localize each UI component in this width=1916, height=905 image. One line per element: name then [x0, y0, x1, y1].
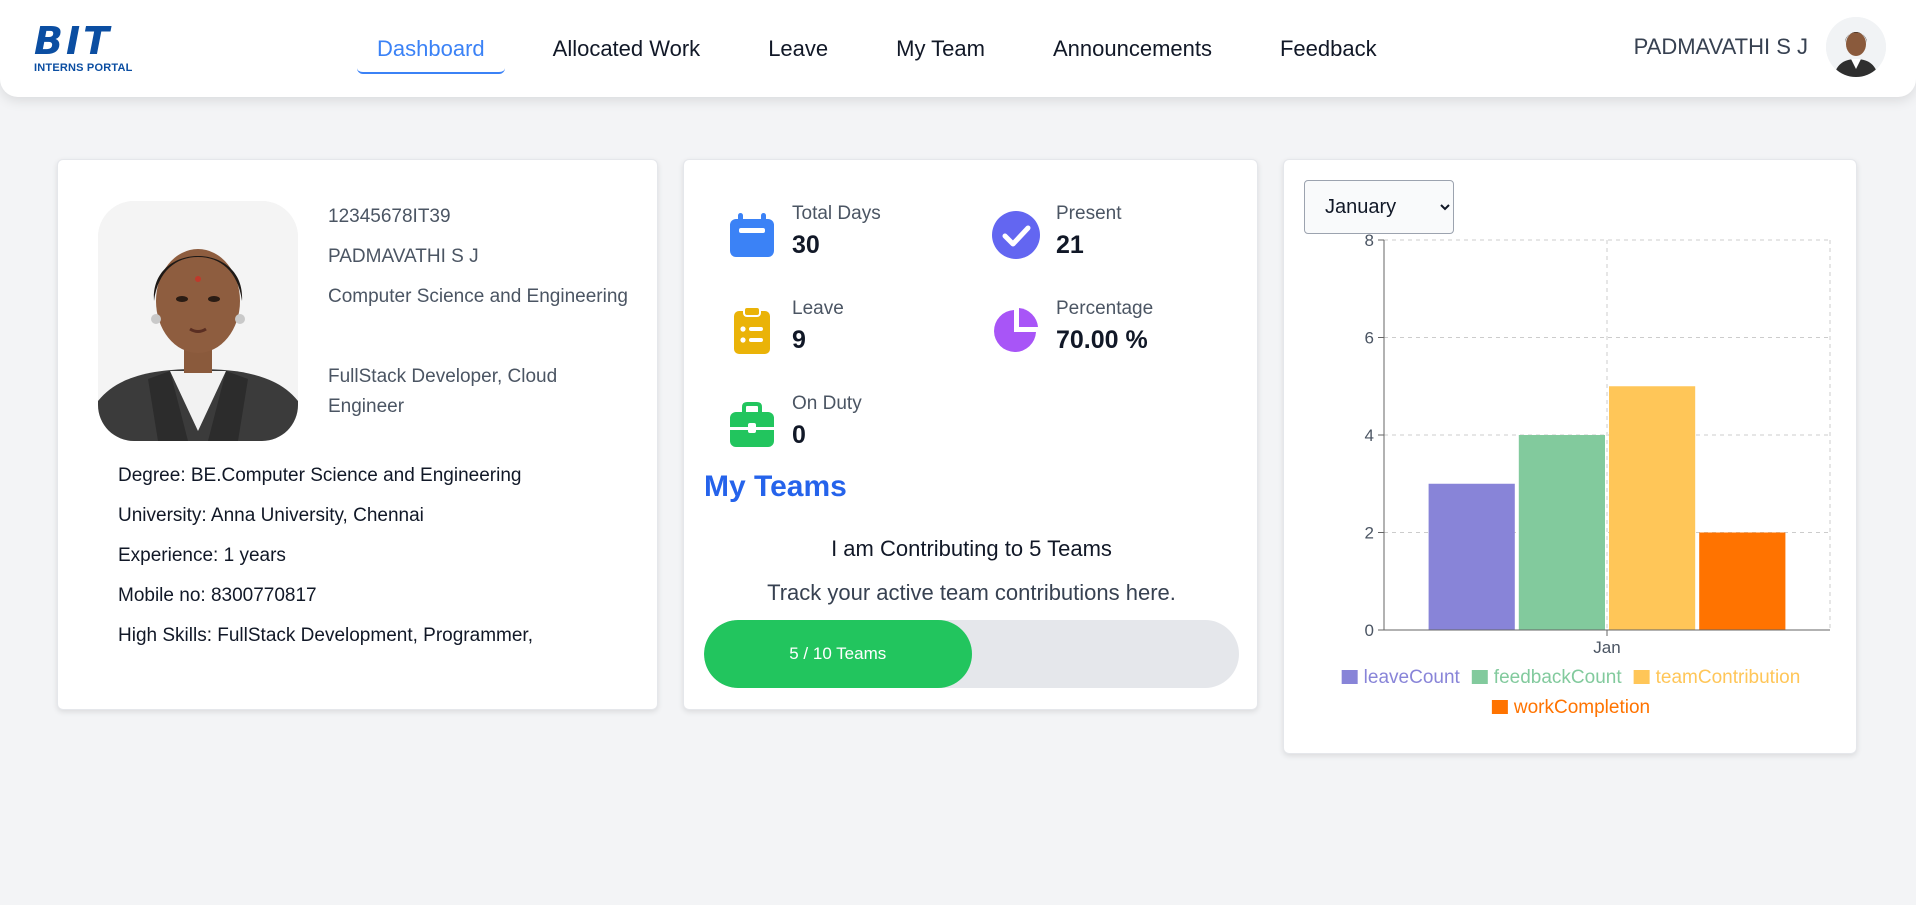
briefcase-icon [728, 401, 776, 449]
header-user-name[interactable]: PADMAVATHI S J [1634, 34, 1808, 60]
stat-percentage: Percentage 70.00 % [992, 298, 1232, 360]
detail-degree: Degree: BE.Computer Science and Engineer… [118, 465, 522, 486]
total-days-label: Total Days [792, 203, 881, 224]
check-circle-icon [992, 211, 1040, 259]
legend-label-leaveCount: leaveCount [1364, 667, 1461, 688]
clipboard-list-icon [728, 306, 776, 354]
intern-name: PADMAVATHI S J [328, 246, 479, 267]
percentage-label: Percentage [1056, 298, 1154, 319]
detail-high-skills: High Skills: FullStack Development, Prog… [118, 625, 533, 646]
nav-feedback[interactable]: Feedback [1260, 26, 1397, 74]
nav-my-team[interactable]: My Team [876, 26, 1005, 74]
leave-value: 9 [792, 326, 806, 354]
detail-experience: Experience: 1 years [118, 545, 286, 566]
legend-swatch-feedbackCount [1471, 670, 1488, 684]
legend-swatch-leaveCount [1341, 670, 1358, 684]
stat-present: Present 21 [992, 203, 1232, 265]
user-avatar[interactable] [1826, 17, 1886, 77]
percentage-value: 70.00 % [1056, 326, 1148, 354]
y-tick-label: 6 [1365, 329, 1374, 348]
y-tick-label: 2 [1365, 524, 1374, 543]
profile-card: 12345678IT39 PADMAVATHI S J Computer Sci… [57, 159, 658, 710]
teams-progress-label: 5 / 10 Teams [789, 644, 887, 663]
logo-subtitle: INTERNS PORTAL [34, 62, 133, 74]
month-select[interactable]: January [1304, 180, 1454, 234]
top-header: BIT INTERNS PORTAL Dashboard Allocated W… [0, 0, 1916, 97]
nav-announcements[interactable]: Announcements [1033, 26, 1232, 74]
pie-chart-icon [992, 306, 1040, 354]
attendance-card: Total Days 30 Present 21 Leave 9 Percent… [683, 159, 1258, 710]
profile-photo [98, 201, 298, 441]
intern-role: FullStack Developer, Cloud Engineer [328, 366, 558, 417]
nav-leave[interactable]: Leave [748, 26, 848, 74]
present-value: 21 [1056, 231, 1084, 259]
my-teams-heading: My Teams [704, 470, 847, 503]
detail-university: University: Anna University, Chennai [118, 505, 424, 526]
present-label: Present [1056, 203, 1122, 224]
stat-on-duty: On Duty 0 [728, 393, 968, 455]
legend-swatch-teamContribution [1633, 670, 1650, 684]
legend-label-feedbackCount: feedbackCount [1494, 667, 1623, 688]
logo-title: BIT [34, 19, 113, 63]
nav-dashboard[interactable]: Dashboard [357, 26, 505, 74]
intern-id: 12345678IT39 [328, 206, 451, 227]
teams-progress-fill: 5 / 10 Teams [704, 620, 972, 688]
teams-contributing-text: I am Contributing to 5 Teams [831, 536, 1112, 561]
leave-label: Leave [792, 298, 844, 319]
y-tick-label: 0 [1365, 621, 1374, 640]
bit-logo[interactable]: BIT INTERNS PORTAL [34, 20, 140, 74]
teams-progress-bar: 5 / 10 Teams [704, 620, 1239, 688]
y-tick-label: 4 [1365, 426, 1374, 445]
total-days-value: 30 [792, 231, 820, 259]
intern-department: Computer Science and Engineering [328, 286, 628, 307]
nav-allocated-work[interactable]: Allocated Work [533, 26, 721, 74]
x-tick-label: Jan [1593, 638, 1620, 657]
calendar-icon [728, 211, 776, 259]
on-duty-value: 0 [792, 421, 806, 449]
on-duty-label: On Duty [792, 393, 862, 414]
main-nav: Dashboard Allocated Work Leave My Team A… [357, 26, 1397, 74]
legend-label-workCompletion: workCompletion [1513, 697, 1650, 718]
teams-track-text: Track your active team contributions her… [767, 580, 1176, 605]
legend-swatch-workCompletion [1491, 700, 1508, 714]
detail-mobile: Mobile no: 8300770817 [118, 585, 317, 606]
bar-workCompletion [1699, 532, 1786, 630]
stat-total-days: Total Days 30 [728, 203, 968, 265]
legend-label-teamContribution: teamContribution [1656, 667, 1801, 688]
bar-leaveCount [1428, 483, 1515, 630]
monthly-chart-card: 0 2 4 6 8 Jan leaveCount feedbackCount teamContr… [1283, 159, 1857, 754]
stat-leave: Leave 9 [728, 298, 968, 360]
bar-teamContribution [1609, 386, 1696, 630]
bar-feedbackCount [1518, 435, 1605, 630]
bar-chart: 02468JanleaveCount feedbackCount teamContr… [1341, 231, 1831, 718]
